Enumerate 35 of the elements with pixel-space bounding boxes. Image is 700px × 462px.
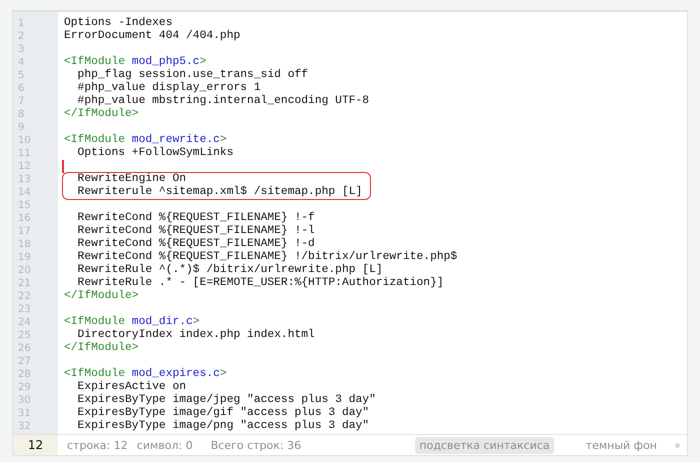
code-line: #php_value mbstring.internal_encoding UTF-8 <box>76 95 370 107</box>
line-position: строка: 12 <box>67 438 128 452</box>
code-line: RewriteEngine On <box>76 173 186 185</box>
code-line: </IfModule> <box>64 290 139 302</box>
code-line: ExpiresByType image/png "access plus 3 day" <box>76 420 370 432</box>
code-line: RewriteCond %{REQUEST_FILENAME} !-d <box>76 238 315 250</box>
toggle-button[interactable]: подсветка синтаксиса <box>415 436 554 454</box>
code-line: ErrorDocument 404 /404.php <box>64 30 240 42</box>
code-line: </IfModule> <box>64 342 139 354</box>
code-line: RewriteCond %{REQUEST_FILENAME} !/bitrix/urlrewrite.php$ <box>76 251 458 263</box>
code-line: ExpiresByType image/gif "access plus 3 day" <box>76 407 370 419</box>
code-line: RewriteRule .* - [E=REMOTE_USER:%{HTTP:Authorization}] <box>76 277 444 289</box>
toggle-button[interactable]: темный фон <box>582 436 661 454</box>
code-editor[interactable] <box>12 10 688 456</box>
code-line: Options +FollowSymLinks <box>76 147 234 159</box>
code-line: Options -Indexes <box>64 17 172 29</box>
total-lines: Всего строк: 36 <box>210 438 302 452</box>
code-line: DirectoryIndex index.php index.html <box>76 329 315 341</box>
code-line: <IfModule mod_dir.c> <box>64 316 200 328</box>
text-cursor <box>62 160 64 173</box>
code-line: RewriteCond %{REQUEST_FILENAME} !-f <box>76 212 315 224</box>
code-line: php_flag session.use_trans_sid off <box>76 69 308 81</box>
code-line: </IfModule> <box>64 108 139 120</box>
code-line: <IfModule mod_rewrite.c> <box>64 134 227 146</box>
code-line: <IfModule mod_php5.c> <box>64 56 206 68</box>
code-line: Rewriterule ^sitemap.xml$ /sitemap.php [L] <box>76 186 362 198</box>
code-line: <IfModule mod_expires.c> <box>64 368 227 380</box>
dot-icon <box>675 442 680 448</box>
code-line: ExpiresActive on <box>76 381 186 393</box>
code-line: #php_value display_errors 1 <box>76 82 261 94</box>
current-line-number: 12 <box>13 435 58 455</box>
code-line: RewriteCond %{REQUEST_FILENAME} !-l <box>76 225 315 237</box>
code-line: ExpiresByType image/jpeg "access plus 3 day" <box>76 394 376 406</box>
symbol-position: символ: 0 <box>136 438 193 452</box>
code-line: RewriteRule ^(.*)$ /bitrix/urlrewrite.php [L] <box>76 264 383 276</box>
